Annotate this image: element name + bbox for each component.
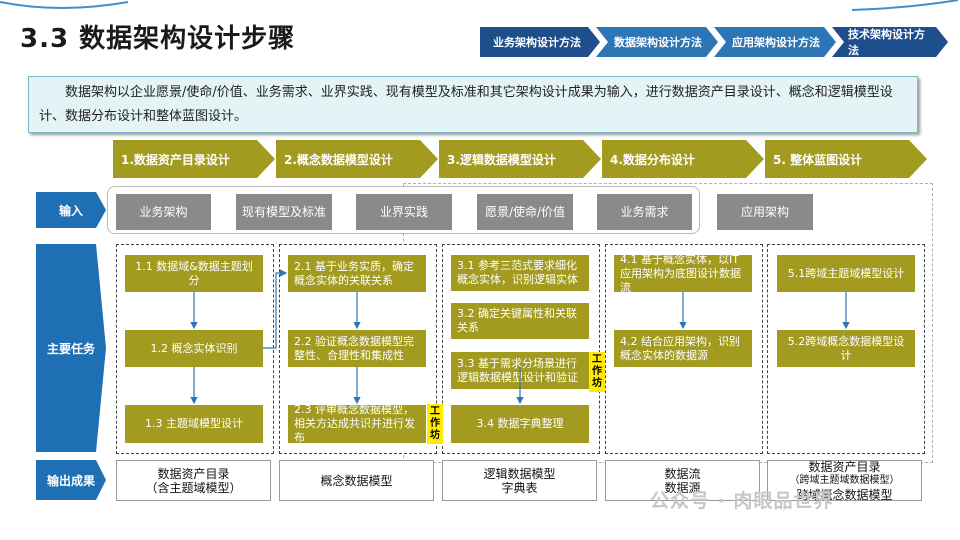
output-2-line1: 概念数据模型 xyxy=(320,473,393,488)
output-1-line2: （含主题域模型） xyxy=(145,480,242,495)
output-2: 概念数据模型 xyxy=(279,460,434,501)
output-3: 逻辑数据模型 字典表 xyxy=(442,460,597,501)
output-1: 数据资产目录 （含主题域模型） xyxy=(116,460,271,501)
watermark: 公众号 · 肉眼品世界 xyxy=(650,490,834,512)
output-4-line1: 数据流 xyxy=(664,466,701,481)
output-1-line1: 数据资产目录 xyxy=(157,466,230,481)
arrow-1-2-to-2-1 xyxy=(263,269,288,349)
output-3-line2: 字典表 xyxy=(501,480,538,495)
output-5-line1: 数据资产目录 xyxy=(808,459,881,474)
output-3-line1: 逻辑数据模型 xyxy=(483,466,556,481)
